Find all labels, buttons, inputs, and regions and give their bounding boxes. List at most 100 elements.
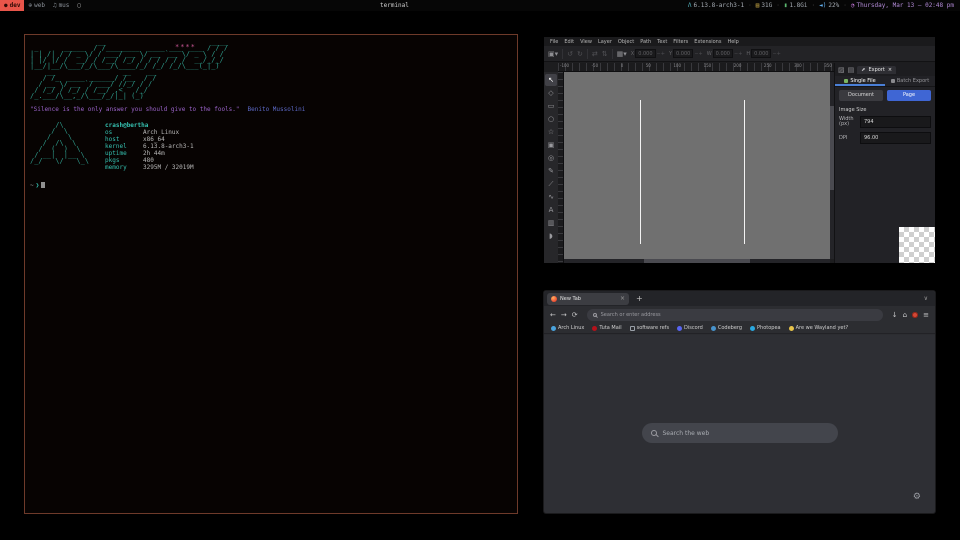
node-tool[interactable]: ◇ [545,87,557,99]
menu-help[interactable]: Help [724,39,741,45]
menu-extensions[interactable]: Extensions [691,39,724,45]
cmdbar-icon-0[interactable]: ▣▾ [548,50,558,58]
close-tab-icon[interactable]: × [620,295,625,302]
gear-icon[interactable]: ⚙ [913,492,921,502]
close-icon[interactable]: × [888,67,892,73]
width-label: Width (px) [839,117,857,127]
search-icon [651,430,657,436]
horizontal-scrollbar[interactable] [564,259,830,263]
bookmark-label: Discord [684,325,703,331]
export-dock-tab[interactable]: ⬈ Export × [857,66,896,74]
prompt-symbol: ❯ [36,182,40,189]
rectangle-tool[interactable]: ▭ [545,100,557,112]
inkscape-canvas[interactable] [564,72,830,259]
menu-view[interactable]: View [577,39,595,45]
stepper-icons[interactable]: −+ [694,51,702,57]
menu-filters[interactable]: Filters [670,39,691,45]
url-bar[interactable]: Search or enter address [587,309,883,321]
menu-text[interactable]: Text [654,39,670,45]
inkscape-toolbox: ↖◇▭○☆▣◎✎⟋∿A▥◗ [544,72,558,263]
menu-file[interactable]: File [547,39,561,45]
stepper-icons[interactable]: −+ [734,51,742,57]
browser-tab-new-tab[interactable]: New Tab × [547,293,629,305]
cmdbar-icon-4[interactable]: ⇅ [602,50,608,58]
tab-list-chevron-icon[interactable]: ∨ [924,295,932,302]
fetch-label: os [105,129,143,136]
spiral-tool[interactable]: ◎ [545,152,557,164]
bookmark-arch-linux[interactable]: Arch Linux [551,325,584,331]
tab-icon [891,79,895,83]
cmdbar-icon-2[interactable]: ↻ [577,50,583,58]
field-label: H [746,51,750,57]
stepper-icons[interactable]: −+ [657,51,665,57]
pen-tool[interactable]: ⟋ [545,178,557,190]
export-tab-label: Export [868,67,884,73]
cmdbar-icon-3[interactable]: ⇄ [592,50,598,58]
bookmark-are-we-wayland-yet-[interactable]: Are we Wayland yet? [789,325,848,331]
menu-icon[interactable]: ≡ [923,311,929,319]
new-tab-button[interactable]: + [636,294,643,303]
cmdbar-icon-1[interactable]: ↺ [567,50,573,58]
fetch-row-memory: memory3295M / 32019M [105,164,194,171]
bookmark-codeberg[interactable]: Codeberg [711,325,742,331]
star-tool[interactable]: ☆ [545,126,557,138]
tab-single-file[interactable]: Single File [835,76,885,86]
dropper-tool[interactable]: ◗ [545,230,557,242]
stepper-icons[interactable]: −+ [772,51,780,57]
selector-tool[interactable]: ↖ [545,74,557,86]
coord-field-h[interactable]: H0.000−+ [746,49,780,58]
forward-icon[interactable]: → [561,311,567,319]
terminal-window[interactable]: __ ____ _ _____ / /________ ____ ___ ___… [24,34,518,514]
scroll-thumb[interactable] [644,259,750,263]
text-tool[interactable]: A [545,204,557,216]
export-scope-buttons: Document Page [835,87,935,104]
ruler-tick-label: 0 [621,63,624,68]
separator: · [843,2,847,9]
bookmark-software-refs[interactable]: software refs [630,325,669,331]
back-icon[interactable]: ← [550,311,556,319]
menu-path[interactable]: Path [637,39,654,45]
ellipse-tool[interactable]: ○ [545,113,557,125]
menu-object[interactable]: Object [615,39,637,45]
tab-batch-export[interactable]: Batch Export [885,76,935,86]
workspace-tag-dev[interactable]: ●dev [0,0,24,11]
home-icon[interactable]: ⌂ [903,311,907,319]
coord-field-x[interactable]: X0.000−+ [631,49,665,58]
menu-layer[interactable]: Layer [595,39,615,45]
bookmark-discord[interactable]: Discord [677,325,703,331]
pencil-tool[interactable]: ✎ [545,165,557,177]
toolbar-separator [587,49,588,59]
download-icon[interactable]: ↓ [892,311,898,319]
focused-window-title: terminal [380,2,409,9]
fetch-label: uptime [105,150,143,157]
document-button[interactable]: Document [839,90,883,101]
layout-icon[interactable]: ▢ [73,2,85,9]
search-placeholder: Search the web [663,430,710,437]
bookmark-tuta-mail[interactable]: Tuta Mail [592,325,621,331]
calligraphy-tool[interactable]: ∿ [545,191,557,203]
kernel-module: Λ 6.13.8-arch3-1 [688,2,744,9]
new-tab-page: Search the web ⚙ [544,335,935,513]
reload-icon[interactable]: ⟳ [572,311,578,319]
bookmark-photopea[interactable]: Photopea [750,325,781,331]
field-value: 0.000 [751,49,771,58]
box3d-tool[interactable]: ▣ [545,139,557,151]
bookmark-label: Codeberg [718,325,742,331]
dock-icon-2[interactable]: ▤ [848,66,855,74]
coord-field-y[interactable]: Y0.000−+ [669,49,703,58]
coord-field-w[interactable]: W0.000−+ [707,49,743,58]
menu-edit[interactable]: Edit [561,39,577,45]
page-button[interactable]: Page [887,90,931,101]
dpi-input[interactable]: 96.00 [860,132,931,144]
width-input[interactable]: 794 [860,116,931,128]
workspace-tag-web[interactable]: ⊕web [24,0,48,11]
drawing-vertical-line-1 [640,100,641,244]
shell-prompt[interactable]: ~❯ [30,182,512,189]
gradient-tool[interactable]: ▥ [545,217,557,229]
extension-icon[interactable] [912,312,918,318]
dock-icon-1[interactable]: ▨ [838,66,845,74]
workspace-tag-mus[interactable]: ♫mus [49,0,73,11]
web-search-box[interactable]: Search the web [642,423,838,443]
cmdbar-icon-5[interactable]: ▦▾ [617,50,627,58]
workspace-icon: ♫ [53,2,57,9]
